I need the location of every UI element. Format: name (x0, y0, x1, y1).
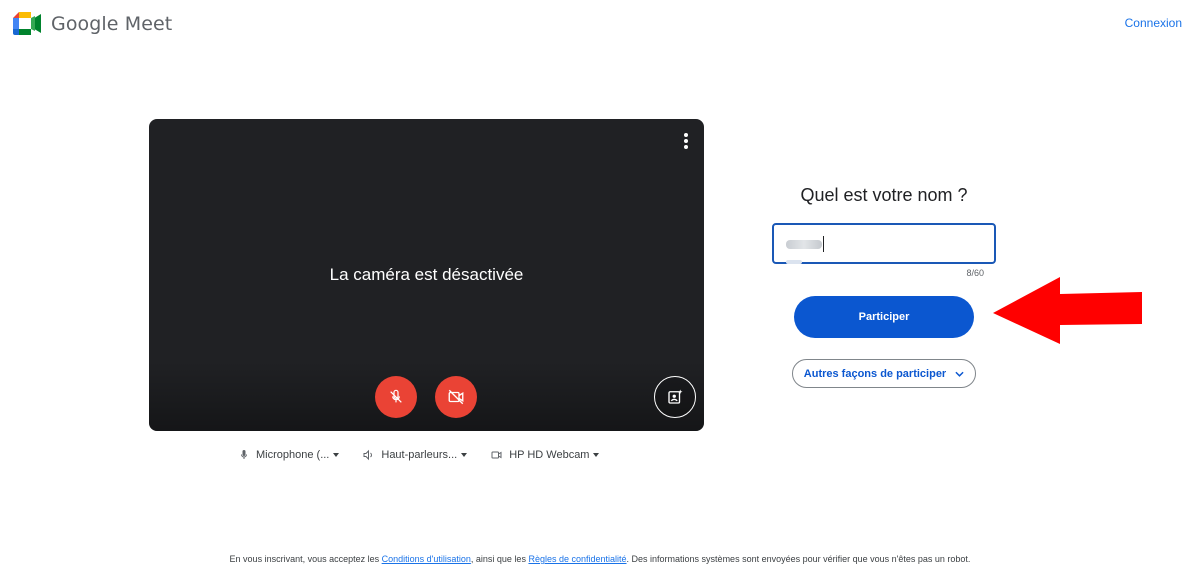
videocam-icon (490, 449, 503, 461)
speaker-select-label: Haut-parleurs... (381, 449, 458, 461)
camera-toggle-button[interactable] (435, 376, 477, 418)
sign-in-link[interactable]: Connexion (1125, 16, 1182, 30)
mic-off-icon (390, 389, 402, 403)
speaker-select[interactable]: Haut-parleurs... (362, 449, 468, 461)
visual-effects-button[interactable] (654, 376, 696, 418)
chevron-down-icon (593, 453, 600, 457)
name-input[interactable] (774, 225, 994, 262)
visual-effects-icon (668, 389, 683, 404)
speaker-icon (362, 449, 375, 461)
chevron-down-icon (461, 453, 468, 457)
other-ways-to-join-button[interactable]: Autres façons de participer (792, 359, 976, 388)
camera-preview: La caméra est désactivée (149, 119, 704, 431)
mic-icon (238, 449, 250, 461)
join-button[interactable]: Participer (794, 296, 974, 338)
privacy-policy-link[interactable]: Règles de confidentialité (528, 554, 626, 564)
meet-logo-icon (13, 12, 41, 35)
character-counter: 8/60 (966, 268, 984, 278)
camera-off-message: La caméra est désactivée (329, 265, 524, 284)
camera-select[interactable]: HP HD Webcam (490, 449, 600, 461)
mic-toggle-button[interactable] (375, 376, 417, 418)
name-field[interactable] (772, 223, 996, 264)
chevron-down-icon (955, 371, 964, 377)
videocam-off-icon (448, 389, 464, 405)
other-ways-label: Autres façons de participer (803, 367, 947, 380)
more-options-button[interactable] (678, 131, 694, 151)
microphone-select-label: Microphone (... (256, 449, 330, 461)
device-selectors: Microphone (... Haut-parleurs... HP HD W… (238, 449, 600, 461)
camera-select-label: HP HD Webcam (509, 449, 590, 461)
name-prompt-title: Quel est votre nom ? (800, 185, 968, 205)
terms-notice: En vous inscrivant, vous acceptez les Co… (0, 554, 1200, 564)
red-arrow-annotation (993, 277, 1142, 344)
terms-text-before: En vous inscrivant, vous acceptez les (229, 554, 382, 564)
terms-text-middle: , ainsi que les (470, 554, 529, 564)
terms-text-after: . Des informations systèmes sont envoyée… (626, 554, 971, 564)
google-meet-logo[interactable]: Google Meet (13, 12, 172, 35)
chevron-down-icon (333, 453, 340, 457)
more-vert-icon (684, 133, 688, 137)
microphone-select[interactable]: Microphone (... (238, 449, 340, 461)
brand-name: Google Meet (51, 12, 173, 35)
terms-of-service-link[interactable]: Conditions d'utilisation (382, 554, 471, 564)
